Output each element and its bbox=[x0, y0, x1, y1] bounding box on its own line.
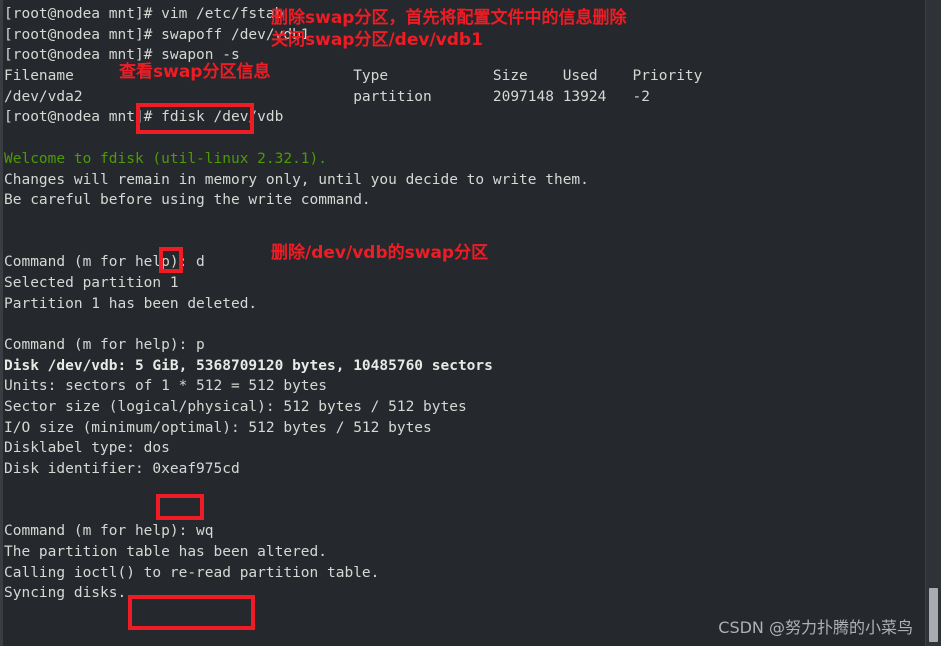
terminal-line: The partition table has been altered. bbox=[4, 543, 328, 560]
fdisk-prompt-print: Command (m for help): p bbox=[4, 337, 205, 353]
vertical-scrollbar-thumb[interactable] bbox=[929, 588, 938, 642]
fdisk-welcome-line: Welcome to fdisk (util-linux 2.32.1). bbox=[4, 150, 328, 167]
terminal-line: Calling ioctl() to re-read partition tab… bbox=[4, 564, 380, 581]
terminal-window: [root@nodea mnt]# vim /etc/fstab [root@n… bbox=[0, 0, 941, 646]
terminal-output-area[interactable]: [root@nodea mnt]# vim /etc/fstab [root@n… bbox=[0, 0, 910, 646]
terminal-line: Partition 1 has been deleted. bbox=[4, 295, 258, 312]
terminal-line: Syncing disks. bbox=[4, 585, 127, 602]
vertical-scrollbar-track[interactable] bbox=[925, 0, 941, 646]
annotation-swapoff: 关闭swap分区/dev/vdb1 bbox=[271, 30, 483, 50]
terminal-line: Be careful before using the write comman… bbox=[4, 192, 371, 209]
annotation-delete-vdb-swap: 删除/dev/vdb的swap分区 bbox=[271, 243, 489, 263]
terminal-line: Sector size (logical/physical): 512 byte… bbox=[4, 399, 467, 416]
annotation-delete-swap-partition: 删除swap分区，首先将配置文件中的信息删除 bbox=[271, 8, 627, 28]
terminal-line: Units: sectors of 1 * 512 = 512 bytes bbox=[4, 378, 328, 395]
terminal-line: Disklabel type: dos bbox=[4, 440, 170, 457]
terminal-line-fdisk-command: [root@nodea mnt]# fdisk /dev/vdb bbox=[4, 109, 284, 126]
annotation-view-swap-info: 查看swap分区信息 bbox=[119, 62, 271, 82]
terminal-line: Changes will remain in memory only, unti… bbox=[4, 171, 589, 188]
terminal-line: I/O size (minimum/optimal): 512 bytes / … bbox=[4, 419, 432, 436]
csdn-watermark: CSDN @努力扑腾的小菜鸟 bbox=[718, 618, 913, 637]
swap-table-data-row: /dev/vda2 partition 2097148 13924 -2 bbox=[4, 88, 651, 105]
terminal-line: Selected partition 1 bbox=[4, 274, 179, 291]
disk-summary-line: Disk /dev/vdb: 5 GiB, 5368709120 bytes, … bbox=[4, 357, 493, 374]
terminal-line: Disk identifier: 0xeaf975cd bbox=[4, 461, 240, 478]
fdisk-prompt-writequit: Command (m for help): wq bbox=[4, 523, 214, 540]
